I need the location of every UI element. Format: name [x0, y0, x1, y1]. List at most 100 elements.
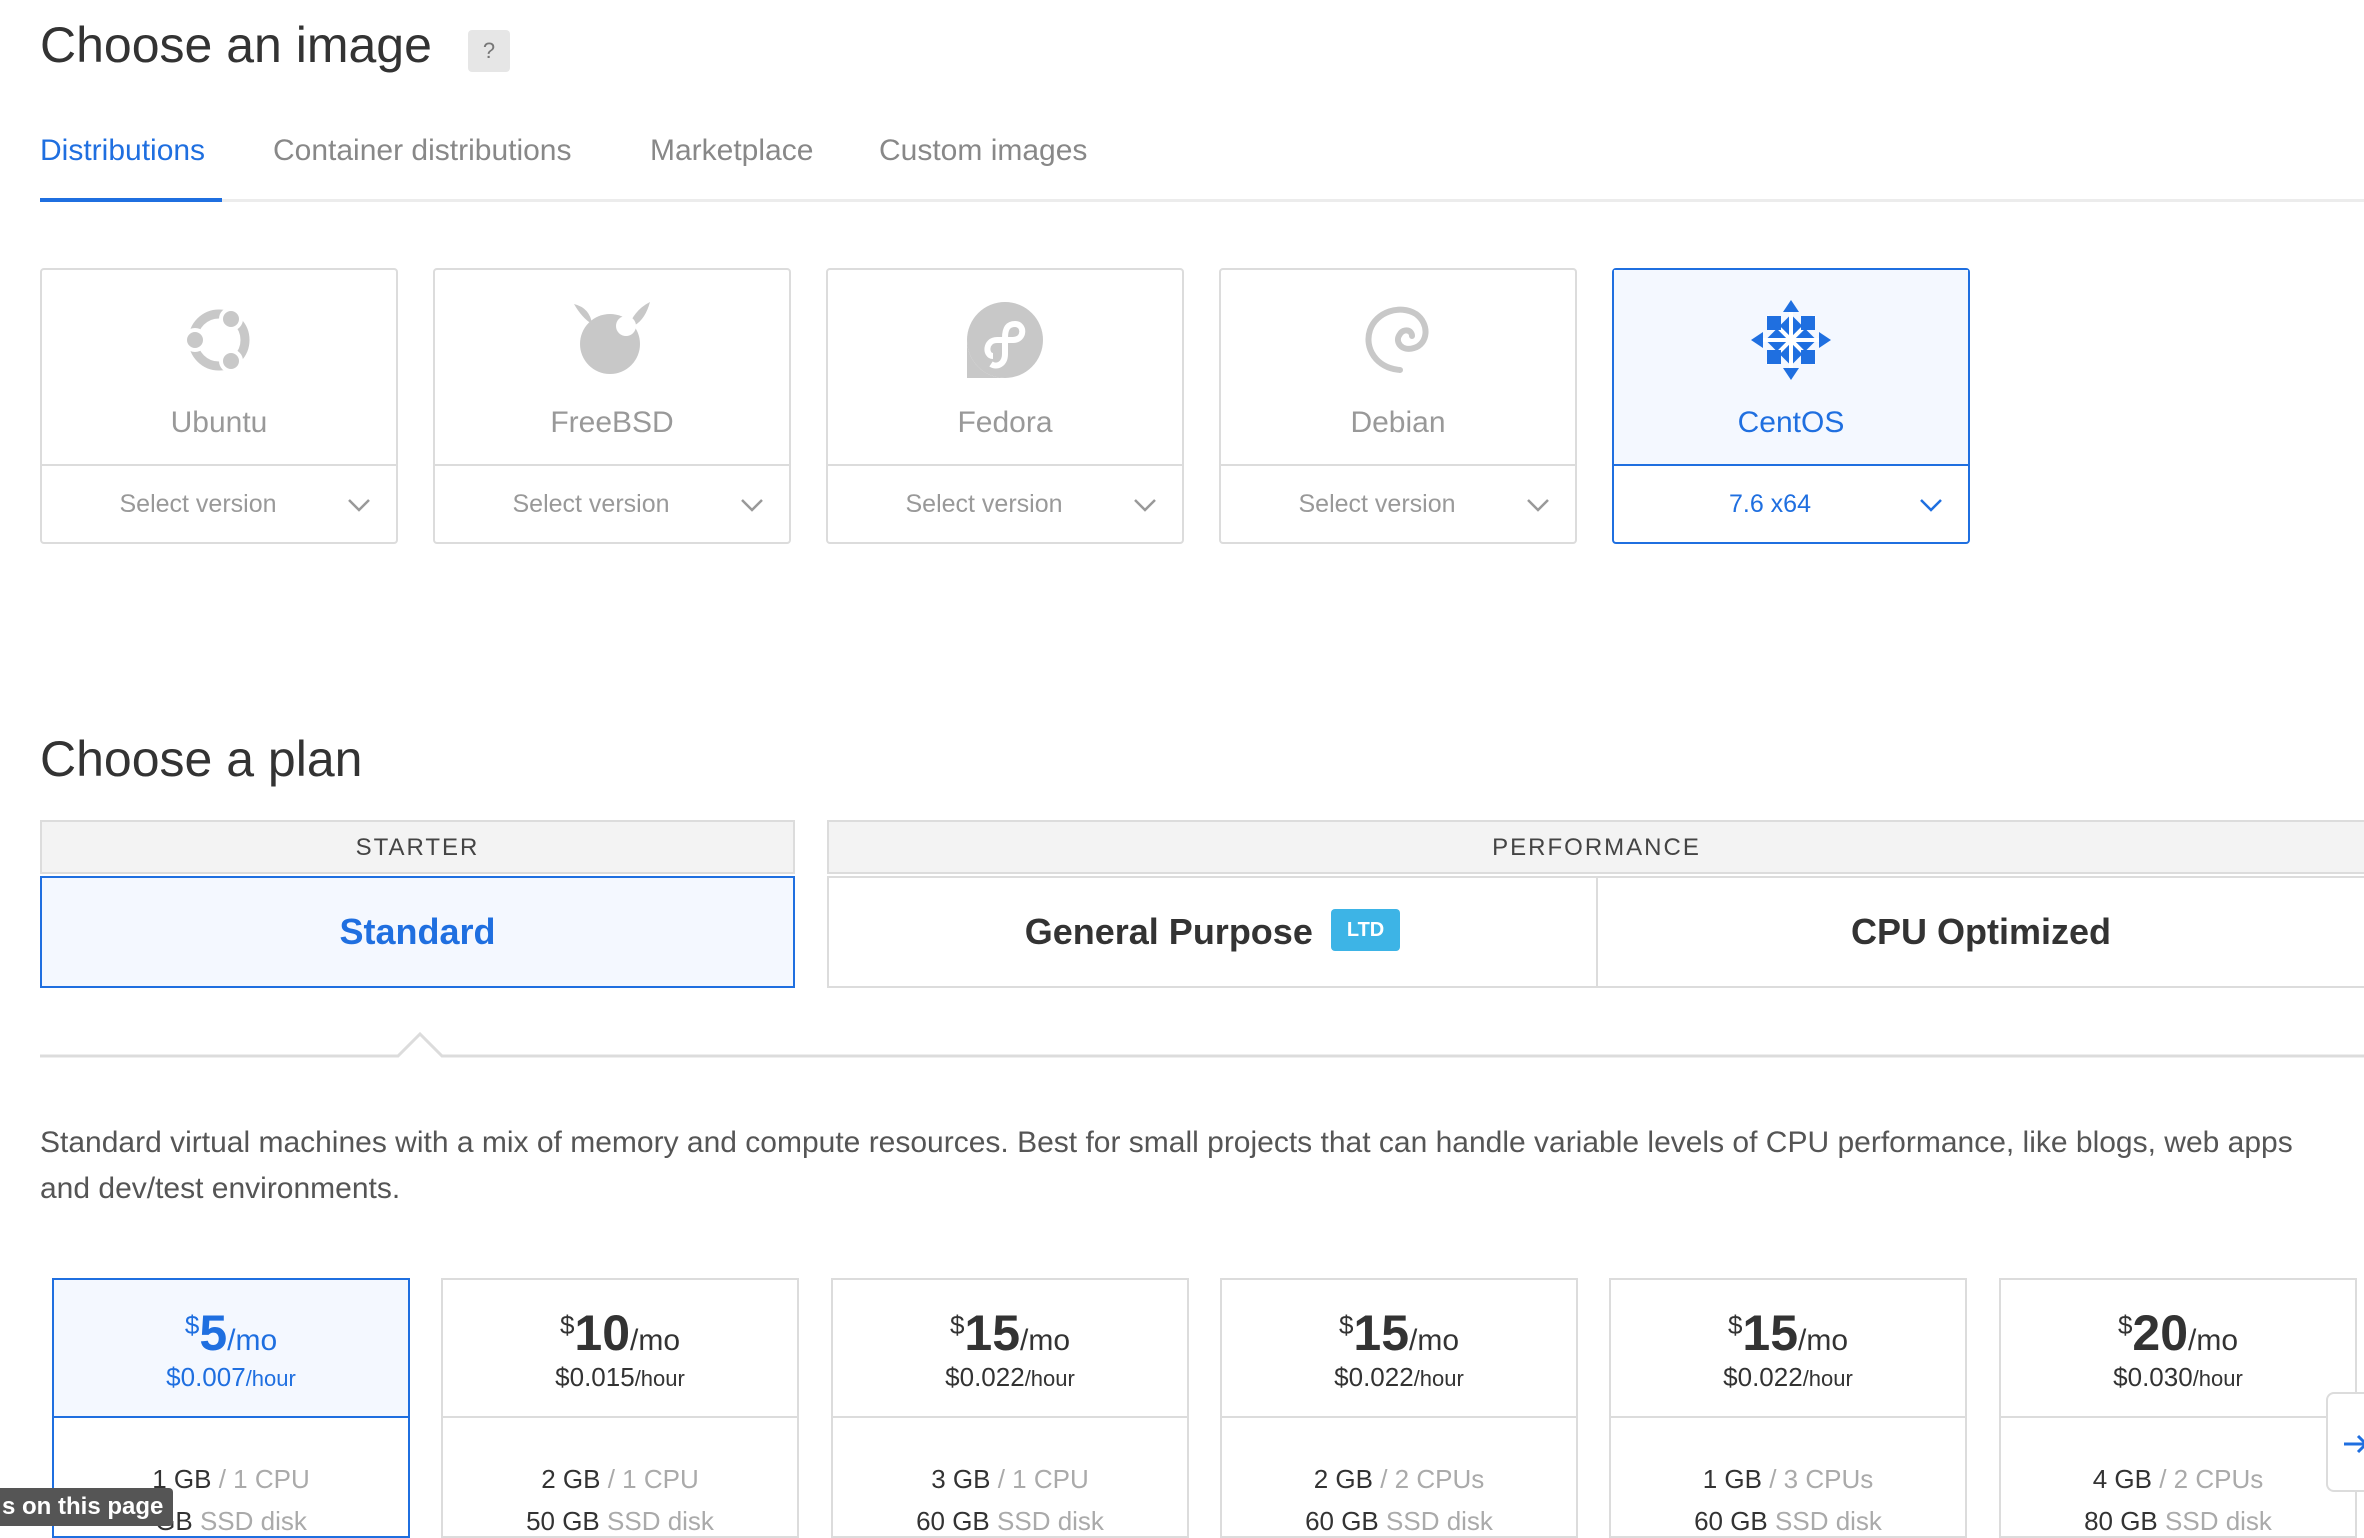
version-label: Select version [512, 490, 670, 518]
hourly-unit: /hour [2192, 1366, 2243, 1391]
disk-value: 80 GB [2084, 1506, 2158, 1536]
version-select[interactable]: Select version [1221, 466, 1575, 544]
price-period: /mo [2188, 1324, 2239, 1357]
disk-value: 60 GB [1305, 1506, 1379, 1536]
distro-name: CentOS [1737, 406, 1845, 439]
active-tab-indicator [40, 198, 222, 202]
tab-distributions[interactable]: Distributions [40, 134, 205, 168]
disk-spec: 50 GB SSD disk [443, 1506, 797, 1537]
version-label: Select version [119, 490, 277, 518]
disk-value: 60 GB [916, 1506, 990, 1536]
hourly-price: $0.007/hour [54, 1362, 408, 1393]
version-label: Select version [1298, 490, 1456, 518]
currency-symbol: $ [949, 1310, 965, 1340]
disk-spec: 60 GB SSD disk [1222, 1506, 1576, 1537]
disk-type: SSD disk [199, 1506, 307, 1536]
price-amount: 15 [1742, 1305, 1799, 1361]
price-amount: 15 [964, 1305, 1021, 1361]
arrow-right-icon [2344, 1434, 2364, 1454]
monthly-price: $15/mo [1611, 1304, 1965, 1362]
plan-description: Standard virtual machines with a mix of … [40, 1126, 2293, 1205]
memory-cpu-spec: 3 GB / 1 CPU [931, 1464, 1089, 1494]
hourly-price: $0.022/hour [833, 1362, 1187, 1393]
disk-value: 60 GB [1694, 1506, 1768, 1536]
price-amount: 15 [1353, 1305, 1410, 1361]
price-card[interactable]: $10/mo $0.015/hour 2 GB / 1 CPU 50 GB SSD d… [441, 1278, 799, 1538]
price-card[interactable]: $15/mo $0.022/hour 2 GB / 2 CPUs 60 GB SSD … [1220, 1278, 1578, 1538]
monthly-price: $15/mo [833, 1304, 1187, 1362]
distro-name: Fedora [957, 406, 1053, 439]
price-period: /mo [1409, 1324, 1460, 1357]
distro-card-fedora[interactable]: Fedora Select version [826, 268, 1184, 544]
tab-container-distributions[interactable]: Container distributions [273, 134, 572, 168]
memory-cpu-spec: 2 GB / 2 CPUs [1313, 1464, 1485, 1494]
hourly-unit: /hour [1413, 1366, 1464, 1391]
debian-icon [1365, 306, 1429, 373]
distro-name: Debian [1350, 406, 1446, 439]
disk-type: SSD disk [997, 1506, 1104, 1536]
price-period: /mo [1020, 1324, 1071, 1357]
price-card[interactable]: $15/mo $0.022/hour 1 GB / 3 CPUs 60 GB SSD … [1609, 1278, 1967, 1538]
tab-custom-images[interactable]: Custom images [879, 134, 1087, 168]
distro-card-freebsd[interactable]: FreeBSD Select version [433, 268, 791, 544]
hourly-unit: /hour [634, 1366, 685, 1391]
freebsd-icon [574, 302, 650, 374]
memory-value: 4 GB [2092, 1464, 2152, 1494]
hourly-price: $0.022/hour [1222, 1362, 1576, 1393]
hourly-price: $0.030/hour [2001, 1362, 2355, 1393]
hourly-amount: $0.022 [945, 1362, 1025, 1392]
plan-tab-standard[interactable]: Standard [40, 876, 795, 988]
price-amount: 10 [574, 1305, 631, 1361]
tab-marketplace[interactable]: Marketplace [650, 134, 813, 168]
tabs-divider [40, 199, 2364, 202]
hourly-amount: $0.030 [2113, 1362, 2193, 1392]
cpu-value: 2 CPUs [2173, 1464, 2264, 1494]
disk-type: SSD disk [1775, 1506, 1882, 1536]
version-select[interactable]: Select version [435, 466, 789, 544]
price-period: /mo [1798, 1324, 1849, 1357]
currency-symbol: $ [2117, 1310, 2133, 1340]
fedora-icon [967, 302, 1043, 378]
disk-type: SSD disk [607, 1506, 714, 1536]
price-amount: 5 [199, 1305, 228, 1361]
chevron-down-icon [1134, 499, 1156, 512]
page-tooltip: s on this page [0, 1488, 174, 1526]
plan-tab-label: CPU Optimized [1850, 911, 2111, 952]
version-select[interactable]: 7.6 x64 [1614, 466, 1968, 544]
distro-card-centos[interactable]: CentOS 7.6 x64 [1612, 268, 1970, 544]
hourly-amount: $0.022 [1723, 1362, 1803, 1392]
version-label: 7.6 x64 [1728, 490, 1811, 518]
plan-tab-general-purpose[interactable]: General Purpose LTD [827, 876, 1598, 988]
chevron-down-icon [348, 499, 370, 512]
distro-card-ubuntu[interactable]: Ubuntu Select version [40, 268, 398, 544]
memory-value: 1 GB [1702, 1464, 1762, 1494]
centos-icon [1751, 300, 1831, 380]
plan-tab-cpu-optimized[interactable]: CPU Optimized [1596, 876, 2364, 988]
monthly-price: $15/mo [1222, 1304, 1576, 1362]
price-card[interactable]: $20/mo $0.030/hour 4 GB / 2 CPUs 80 GB SSD … [1999, 1278, 2357, 1538]
plan-tab-label: Standard [339, 911, 496, 952]
distro-card-debian[interactable]: Debian Select version [1219, 268, 1577, 544]
hourly-unit: /hour [1802, 1366, 1853, 1391]
version-select[interactable]: Select version [42, 466, 396, 544]
monthly-price: $10/mo [443, 1304, 797, 1362]
disk-spec: 80 GB SSD disk [2001, 1506, 2355, 1537]
ltd-badge: LTD [1330, 909, 1401, 952]
scroll-right-button[interactable] [2326, 1392, 2364, 1492]
version-select[interactable]: Select version [828, 466, 1182, 544]
chevron-down-icon [1920, 499, 1942, 512]
currency-symbol: $ [184, 1310, 200, 1340]
chevron-down-icon [741, 499, 763, 512]
plan-tab-label: General Purpose [1024, 911, 1313, 952]
monthly-price: $20/mo [2001, 1304, 2355, 1362]
hourly-amount: $0.022 [1334, 1362, 1414, 1392]
hourly-amount: $0.015 [555, 1362, 635, 1392]
hourly-unit: /hour [245, 1366, 296, 1391]
memory-cpu-spec: 4 GB / 2 CPUs [2092, 1464, 2264, 1494]
disk-spec: 60 GB SSD disk [1611, 1506, 1965, 1537]
price-period: /mo [630, 1324, 681, 1357]
price-card[interactable]: $15/mo $0.022/hour 3 GB / 1 CPU 60 GB SSD d… [831, 1278, 1189, 1538]
version-label: Select version [905, 490, 1063, 518]
help-icon[interactable]: ? [468, 30, 510, 72]
distro-name: Ubuntu [170, 406, 268, 439]
